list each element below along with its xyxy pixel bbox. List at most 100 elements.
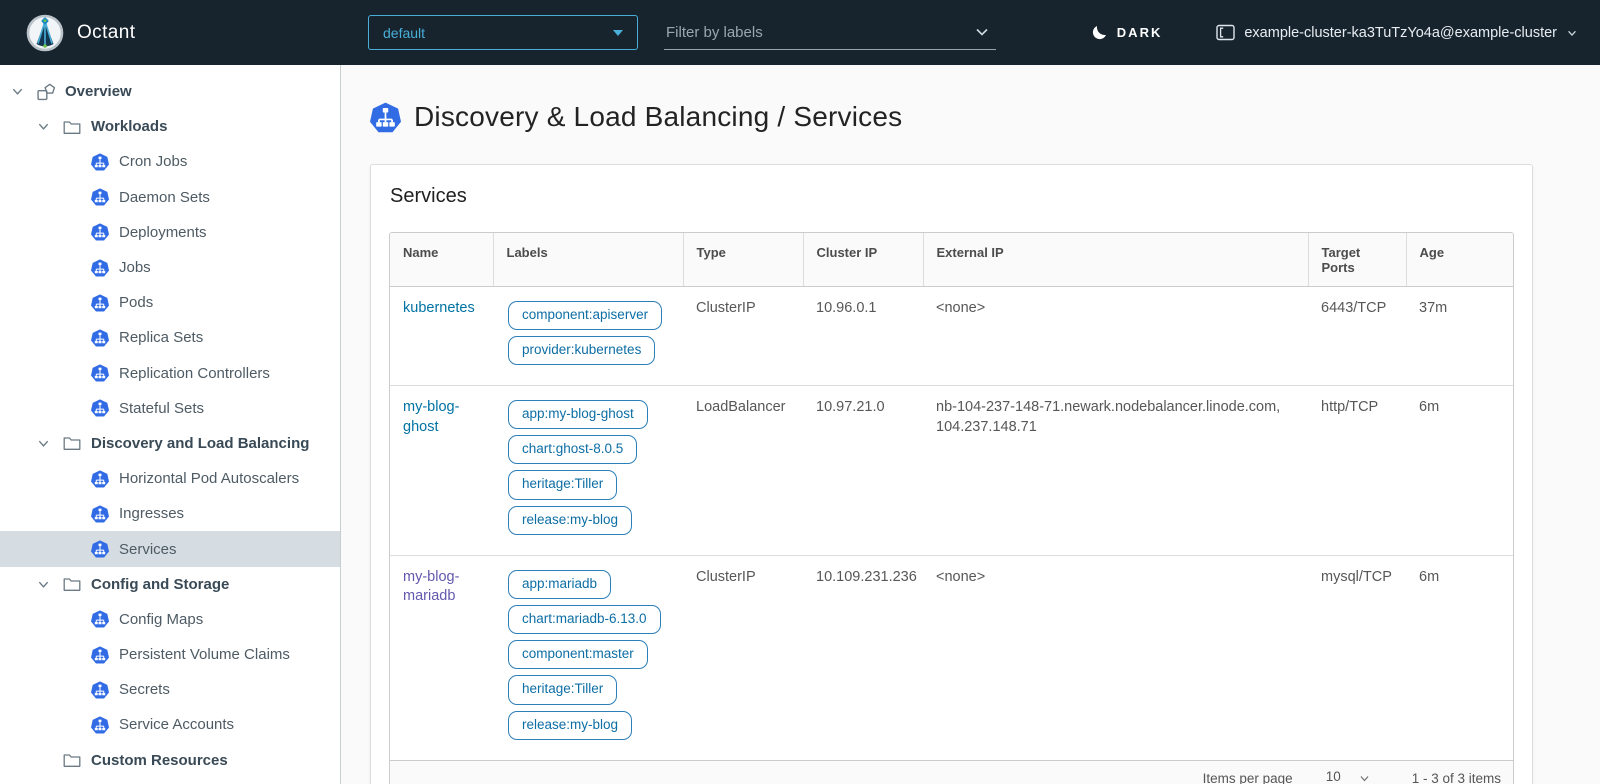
cell-external-ip: nb-104-237-148-71.newark.nodebalancer.li… [923, 385, 1308, 555]
sidebar-item-label: Replication Controllers [119, 365, 270, 382]
sidebar-item-replica-sets[interactable]: Replica Sets [0, 320, 340, 355]
sidebar-item-label: Overview [65, 83, 132, 100]
column-header-cluster-ip: Cluster IP [803, 233, 923, 286]
label-pill-wrap: release:my-blog [508, 506, 671, 535]
sidebar-item-service-accounts[interactable]: Service Accounts [0, 707, 340, 742]
cell-type: ClusterIP [683, 555, 803, 760]
sidebar-item-replication-controllers[interactable]: Replication Controllers [0, 356, 340, 391]
pagination-range: 1 - 3 of 3 items [1412, 771, 1501, 784]
label-pill[interactable]: app:my-blog-ghost [508, 400, 648, 429]
services-icon [91, 540, 119, 558]
cell-target-ports: mysql/TCP [1308, 555, 1406, 760]
sidebar-item-workloads[interactable]: Workloads [0, 109, 340, 144]
sidebar-item-jobs[interactable]: Jobs [0, 250, 340, 285]
chevron-down-icon[interactable] [37, 578, 63, 591]
cluster-icon [1216, 24, 1235, 41]
service-link[interactable]: kubernetes [403, 300, 475, 316]
sidebar-item-label: Config and Storage [91, 576, 229, 593]
table-row: my-blog-mariadb app:mariadb chart:mariadb-… [390, 555, 1514, 760]
cell-type: LoadBalancer [683, 385, 803, 555]
sidebar-item-services[interactable]: Services [0, 531, 340, 566]
services-datagrid: NameLabelsTypeCluster IPExternal IPTarge… [389, 232, 1514, 784]
folder-icon [63, 119, 91, 135]
column-header-external-ip: External IP [923, 233, 1308, 286]
sidebar-item-label: Custom Resources [91, 752, 228, 769]
sidebar-item-label: Stateful Sets [119, 400, 204, 417]
dark-mode-toggle[interactable]: DARK [1091, 24, 1163, 41]
card-title: Services [390, 185, 1514, 208]
folder-icon [63, 435, 91, 451]
cell-target-ports: 6443/TCP [1308, 286, 1406, 385]
label-pill[interactable]: component:apiserver [508, 301, 662, 330]
cell-age: 6m [1406, 385, 1514, 555]
sidebar-item-cron-jobs[interactable]: Cron Jobs [0, 144, 340, 179]
page-size-select[interactable]: 10 [1318, 769, 1376, 784]
cell-labels: app:mariadb chart:mariadb-6.13.0 component… [493, 555, 683, 760]
chevron-down-icon[interactable] [11, 85, 37, 98]
sidebar-item-persistent-volume-claims[interactable]: Persistent Volume Claims [0, 637, 340, 672]
namespace-select[interactable]: default [368, 15, 638, 50]
service-link[interactable]: my-blog-ghost [403, 399, 459, 435]
sidebar-item-discovery-and-load-balancing[interactable]: Discovery and Load Balancing [0, 426, 340, 461]
sidebar-item-pods[interactable]: Pods [0, 285, 340, 320]
sidebar-item-daemon-sets[interactable]: Daemon Sets [0, 180, 340, 215]
sidebar-item-overview[interactable]: Overview [0, 74, 340, 109]
sidebar-item-config-maps[interactable]: Config Maps [0, 602, 340, 637]
column-header-age: Age [1406, 233, 1514, 286]
label-pill[interactable]: release:my-blog [508, 711, 632, 740]
sidebar-item-secrets[interactable]: Secrets [0, 672, 340, 707]
cell-labels: app:my-blog-ghost chart:ghost-8.0.5 herita… [493, 385, 683, 555]
octant-logo-icon [26, 14, 64, 52]
chevron-down-icon[interactable] [37, 437, 63, 450]
table-row: my-blog-ghost app:my-blog-ghost chart:ghos… [390, 385, 1514, 555]
sidebar-item-stateful-sets[interactable]: Stateful Sets [0, 391, 340, 426]
label-pill[interactable]: heritage:Tiller [508, 470, 617, 499]
label-pill[interactable]: chart:mariadb-6.13.0 [508, 605, 661, 634]
sidebar-item-horizontal-pod-autoscalers[interactable]: Horizontal Pod Autoscalers [0, 461, 340, 496]
cell-external-ip: <none> [923, 286, 1308, 385]
sidebar-item-label: Replica Sets [119, 329, 203, 346]
column-header-name: Name [390, 233, 493, 286]
datagrid-footer: Items per page 10 1 - 3 of 3 items [390, 760, 1513, 784]
label-pill[interactable]: heritage:Tiller [508, 675, 617, 704]
items-per-page-label: Items per page [1203, 771, 1293, 784]
service-link[interactable]: my-blog-mariadb [403, 569, 459, 605]
label-pill-wrap: chart:ghost-8.0.5 [508, 435, 671, 464]
cluster-context[interactable]: example-cluster-ka3TuTzYo4a@example-clus… [1216, 24, 1600, 41]
chevron-down-icon[interactable] [37, 120, 63, 133]
label-pill-wrap: component:apiserver [508, 301, 671, 330]
sidebar-nav: Overview Workloads Cron Jobs Daemon Sets Dep… [0, 65, 341, 784]
sidebar-item-label: Secrets [119, 681, 170, 698]
services-table: NameLabelsTypeCluster IPExternal IPTarge… [390, 233, 1514, 760]
label-pill[interactable]: release:my-blog [508, 506, 632, 535]
label-filter-input[interactable]: Filter by labels [664, 15, 996, 50]
page-size-value: 10 [1326, 769, 1341, 784]
label-pill[interactable]: app:mariadb [508, 570, 611, 599]
label-pill[interactable]: chart:ghost-8.0.5 [508, 435, 637, 464]
sidebar-item-config-and-storage[interactable]: Config and Storage [0, 567, 340, 602]
pods-icon [91, 294, 119, 312]
folder-icon [63, 576, 91, 592]
sidebar-item-deployments[interactable]: Deployments [0, 215, 340, 250]
persistent-volume-claims-icon [91, 646, 119, 664]
sidebar-item-custom-resources[interactable]: Custom Resources [0, 743, 340, 778]
label-filter-placeholder: Filter by labels [666, 24, 763, 41]
sidebar-item-label: Ingresses [119, 505, 184, 522]
sidebar-item-ingresses[interactable]: Ingresses [0, 496, 340, 531]
services-card: Services NameLabelsTypeCluster IPExterna… [370, 164, 1533, 784]
label-pill[interactable]: provider:kubernetes [508, 336, 655, 365]
sidebar-item-label: Deployments [119, 224, 207, 241]
config-maps-icon [91, 610, 119, 628]
label-pill-wrap: app:my-blog-ghost [508, 400, 671, 429]
cron-jobs-icon [91, 153, 119, 171]
page-title: Discovery & Load Balancing / Services [414, 101, 902, 133]
ingresses-icon [91, 505, 119, 523]
objects-icon [37, 83, 65, 101]
cluster-context-label: example-cluster-ka3TuTzYo4a@example-clus… [1244, 25, 1557, 41]
sidebar-item-label: Cron Jobs [119, 153, 187, 170]
label-pill-wrap: heritage:Tiller [508, 470, 671, 499]
page-title-row: Discovery & Load Balancing / Services [370, 101, 1600, 133]
label-pill[interactable]: component:master [508, 640, 648, 669]
folder-icon [63, 752, 91, 768]
cell-external-ip: <none> [923, 555, 1308, 760]
